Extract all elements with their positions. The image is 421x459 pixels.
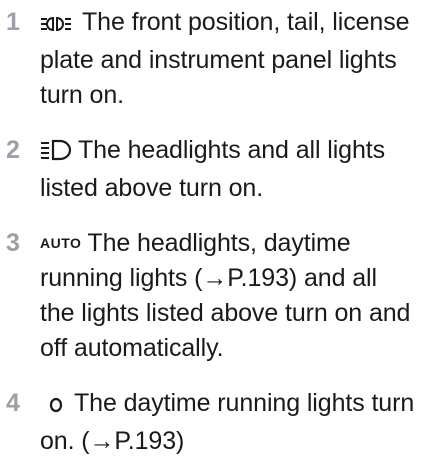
- step-1: 1 The front position, tail, license plat…: [0, 5, 421, 113]
- off-circle-icon: [48, 389, 64, 424]
- step-text: The headlights, daytime running lights (…: [40, 229, 411, 362]
- parking-lights-icon: [40, 8, 78, 43]
- step-text: The daytime running lights turn on. (→P.…: [40, 389, 415, 455]
- light-switch-steps: 1 The front position, tail, license plat…: [0, 0, 421, 459]
- step-number: 1: [6, 8, 20, 36]
- step-3: 3 AUTO The headlights, daytime running li…: [0, 226, 421, 366]
- step-text: The headlights and all lights listed abo…: [40, 136, 386, 202]
- step-4: 4 The daytime running lights turn on. (→…: [0, 386, 421, 459]
- step-number: 3: [6, 229, 20, 257]
- auto-icon: AUTO: [40, 235, 82, 251]
- step-2: 2 The headlights and all lights listed a…: [0, 133, 421, 206]
- headlight-icon: [40, 136, 74, 171]
- step-text: The front position, tail, license plate …: [40, 8, 410, 109]
- step-number: 4: [6, 389, 20, 417]
- step-number: 2: [6, 136, 20, 164]
